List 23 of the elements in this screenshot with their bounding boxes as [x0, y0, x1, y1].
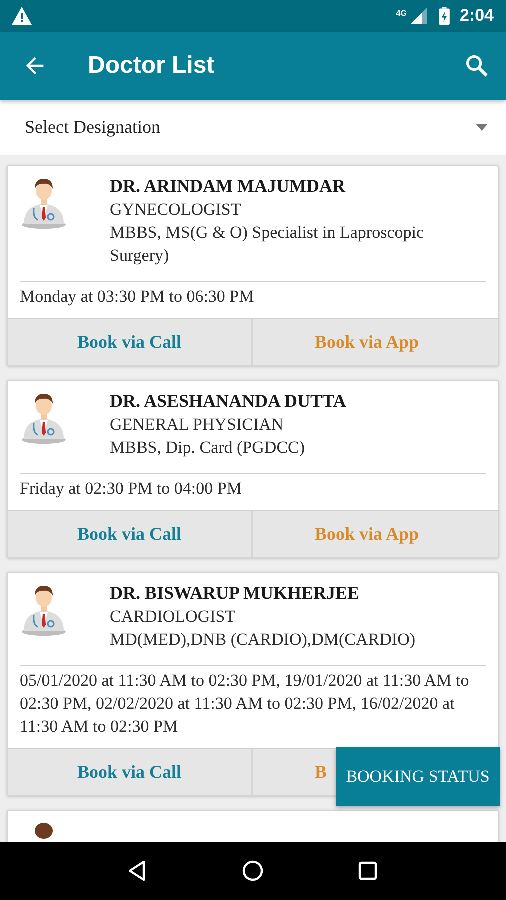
designation-dropdown[interactable]: Select Designation — [0, 100, 506, 155]
dropdown-caret-icon — [476, 124, 488, 131]
network-label: 4G — [396, 9, 407, 18]
doctor-qualification: MD(MED),DNB (CARDIO),DM(CARDIO) — [110, 629, 416, 651]
search-icon[interactable] — [464, 53, 490, 79]
battery-icon — [438, 7, 450, 25]
doctor-designation: GENERAL PHYSICIAN — [110, 414, 285, 436]
signal-icon — [410, 8, 427, 24]
doctor-designation: CARDIOLOGIST — [110, 606, 237, 628]
schedule-text: 05/01/2020 at 11:30 AM to 02:30 PM, 19/01/2020 at 11:30 AM to 02:30 PM, 02/02/2020 at 11:30 AM to 02:30 PM, 16/02/2020 at 11:30 AM to 02:30 PM — [19, 670, 470, 738]
doctor-name: DR. ASESHANANDA DUTTA — [110, 390, 346, 413]
doctor-qualification: MBBS, Dip. Card (PGDCC) — [110, 437, 306, 459]
schedule-text: Friday at 02:30 PM to 04:00 PM — [19, 478, 243, 500]
doctor-name: DR. ARINDAM MAJUMDAR — [110, 175, 347, 198]
doctor-name: DR. BISWARUP MUKHERJEE — [110, 582, 361, 605]
screen-title: Doctor List — [88, 52, 216, 80]
booking-status-button[interactable]: BOOKING STATUS — [336, 747, 500, 806]
warning-icon — [12, 7, 32, 25]
doctor-qualification: MBBS, MS(G & O) Specialist in Laproscopic Surgery) — [110, 222, 426, 267]
doctor-designation: GYNECOLOGIST — [110, 199, 242, 221]
home-icon[interactable] — [240, 859, 265, 883]
clock-time: 2:04 — [460, 6, 494, 26]
schedule-text: Monday at 03:30 PM to 06:30 PM — [19, 286, 256, 308]
